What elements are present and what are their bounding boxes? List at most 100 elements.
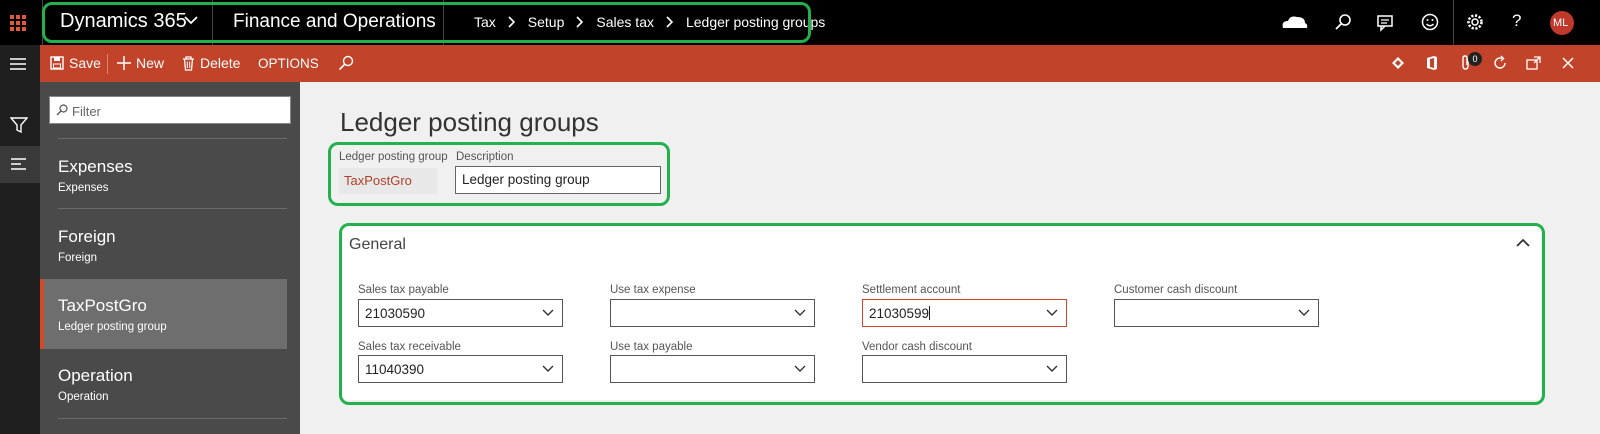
divider: [1453, 0, 1454, 45]
list-item[interactable]: Operation Operation: [40, 349, 287, 419]
divider: [58, 208, 287, 209]
open-new-window-icon[interactable]: [1526, 55, 1542, 71]
divider: [42, 0, 43, 45]
divider: [212, 0, 213, 45]
general-fasttab-title[interactable]: General: [349, 236, 406, 254]
sales-tax-receivable-label: Sales tax receivable: [358, 341, 461, 353]
power-apps-icon[interactable]: [1390, 55, 1406, 71]
help-icon[interactable]: ?: [1512, 11, 1532, 31]
chevron-up-icon[interactable]: [1516, 238, 1530, 248]
top-nav-bar: Dynamics 365 Finance and Operations Tax …: [0, 0, 1600, 45]
chevron-down-icon[interactable]: [542, 309, 554, 317]
divider: [107, 54, 108, 74]
list-icon: [11, 158, 26, 170]
list-item-selected[interactable]: TaxPostGro Ledger posting group: [40, 279, 287, 349]
page-title: Ledger posting groups: [340, 107, 599, 137]
refresh-icon[interactable]: [1492, 55, 1508, 71]
avatar[interactable]: ML: [1550, 11, 1574, 35]
chevron-down-icon[interactable]: [1046, 365, 1058, 373]
new-label: New: [136, 55, 165, 71]
settlement-account-label: Settlement account: [862, 284, 961, 296]
breadcrumb-setup[interactable]: Setup: [528, 14, 565, 30]
chevron-right-icon: [576, 16, 584, 28]
delete-button[interactable]: Delete: [182, 55, 240, 71]
ledger-posting-group-value[interactable]: TaxPostGro: [339, 168, 437, 194]
nav-strip-top: [0, 45, 40, 82]
chevron-right-icon: [666, 16, 674, 28]
chevron-down-icon[interactable]: [794, 309, 806, 317]
app-launcher-button[interactable]: [0, 0, 36, 45]
action-pane: Save New Delete OPTIONS: [40, 45, 1600, 82]
office-icon[interactable]: [1424, 55, 1440, 71]
hamburger-icon[interactable]: [10, 57, 28, 71]
options-label: OPTIONS: [258, 56, 319, 71]
list-item-title: Foreign: [58, 227, 116, 246]
use-tax-payable-dropdown[interactable]: [610, 355, 815, 383]
divider: [58, 138, 287, 139]
list-item[interactable]: Expenses Expenses: [40, 140, 287, 210]
use-tax-expense-label: Use tax expense: [610, 284, 696, 296]
divider: [443, 0, 444, 45]
search-icon[interactable]: [338, 55, 354, 71]
chevron-down-icon[interactable]: [794, 365, 806, 373]
sales-tax-receivable-dropdown[interactable]: 11040390: [358, 355, 563, 383]
chevron-right-icon: [508, 16, 515, 28]
customer-cash-discount-dropdown[interactable]: [1114, 299, 1319, 327]
filter-input[interactable]: [72, 101, 282, 121]
brand-name[interactable]: Dynamics 365: [60, 10, 187, 33]
trash-icon: [183, 55, 194, 71]
chevron-down-icon[interactable]: [1298, 309, 1310, 317]
ledger-posting-group-label: Ledger posting group: [339, 151, 448, 163]
list-item-subtitle: Expenses: [58, 182, 109, 194]
search-icon[interactable]: [1333, 12, 1353, 32]
breadcrumb-ledger-posting-groups[interactable]: Ledger posting groups: [686, 14, 825, 30]
list-toggle-button[interactable]: [0, 146, 40, 183]
list-item-subtitle: Ledger posting group: [58, 321, 167, 333]
filter-field[interactable]: [49, 96, 291, 124]
waffle-icon: [10, 14, 26, 31]
sales-tax-receivable-value: 11040390: [365, 362, 425, 377]
vendor-cash-discount-dropdown[interactable]: [862, 355, 1067, 383]
close-icon[interactable]: [1560, 55, 1576, 71]
settlement-account-dropdown[interactable]: 21030599: [862, 299, 1067, 327]
text-cursor: [929, 306, 931, 320]
list-item-title: TaxPostGro: [58, 296, 147, 315]
chevron-down-icon[interactable]: [542, 365, 554, 373]
message-icon[interactable]: [1375, 12, 1395, 32]
navigation-strip: [0, 82, 40, 434]
save-button[interactable]: Save: [50, 55, 101, 71]
app-name: Finance and Operations: [233, 11, 436, 32]
filter-icon[interactable]: [10, 116, 28, 134]
save-label: Save: [69, 55, 101, 71]
use-tax-expense-dropdown[interactable]: [610, 299, 815, 327]
use-tax-payable-label: Use tax payable: [610, 341, 693, 353]
sales-tax-payable-value: 21030590: [365, 306, 426, 321]
list-item[interactable]: Foreign Foreign: [40, 210, 287, 280]
options-button[interactable]: OPTIONS: [258, 56, 319, 71]
customer-cash-discount-label: Customer cash discount: [1114, 284, 1238, 296]
new-button[interactable]: New: [117, 55, 164, 71]
list-item-subtitle: Foreign: [58, 252, 97, 264]
delete-label: Delete: [200, 55, 241, 71]
breadcrumb: Tax Setup Sales tax Ledger posting group…: [474, 14, 825, 30]
save-icon: [50, 56, 64, 70]
chevron-down-icon[interactable]: [184, 13, 198, 27]
breadcrumb-sales-tax[interactable]: Sales tax: [596, 14, 654, 30]
gear-icon[interactable]: [1465, 12, 1485, 32]
chevron-down-icon[interactable]: [1046, 309, 1058, 317]
list-item-title: Expenses: [58, 157, 133, 176]
vendor-cash-discount-label: Vendor cash discount: [862, 341, 972, 353]
smiley-icon[interactable]: [1420, 12, 1440, 32]
description-field[interactable]: Ledger posting group: [455, 166, 661, 194]
list-item-subtitle: Operation: [58, 391, 109, 403]
breadcrumb-tax[interactable]: Tax: [474, 14, 496, 30]
list-item-title: Operation: [58, 366, 133, 385]
sales-tax-payable-dropdown[interactable]: 21030590: [358, 299, 563, 327]
search-icon: [56, 104, 68, 116]
description-label: Description: [456, 151, 514, 163]
divider: [58, 418, 287, 419]
plus-icon: [117, 56, 131, 70]
settlement-account-value: 21030599: [869, 306, 930, 321]
notification-badge: 0: [1468, 52, 1482, 66]
cloud-icon[interactable]: [1279, 12, 1309, 32]
